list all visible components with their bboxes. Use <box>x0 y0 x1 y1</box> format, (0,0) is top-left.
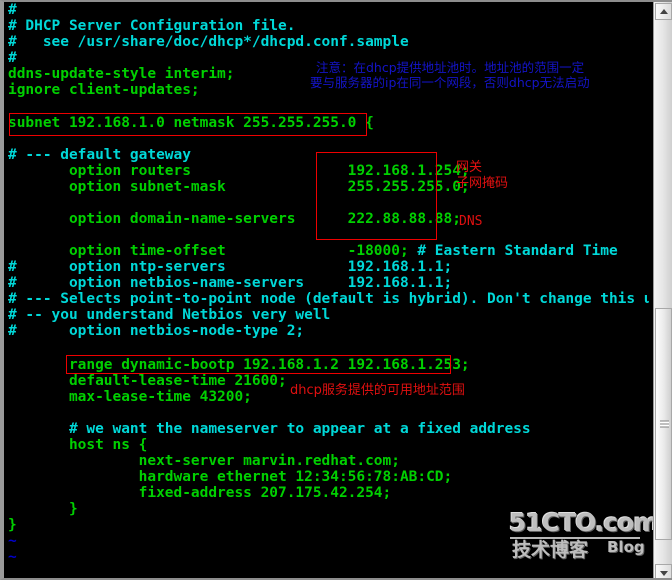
terminal-text-segment: # see /usr/share/doc/dhcp*/dhcpd.conf.sa… <box>8 34 409 50</box>
terminal-line: # DHCP Server Configuration file. <box>8 18 295 34</box>
terminal-text-segment: default-lease-time 21600; <box>8 373 287 389</box>
terminal-line: # --- Selects point-to-point node (defau… <box>8 291 649 307</box>
grip-lines-icon <box>660 420 669 428</box>
terminal-line: # we want the nameserver to appear at a … <box>8 421 531 437</box>
terminal-text-segment: host ns { <box>8 437 148 453</box>
terminal-line: # option ntp-servers 192.168.1.1; <box>8 259 452 275</box>
scroll-down-arrow-icon[interactable] <box>655 564 672 578</box>
terminal-line: next-server marvin.redhat.com; <box>8 453 400 469</box>
terminal-line: ~ <box>8 533 17 549</box>
triangle-down-icon <box>659 570 668 576</box>
terminal-text-segment: option time-offset -18000; <box>8 243 418 259</box>
terminal-line: } <box>8 517 17 533</box>
terminal-line: ddns-update-style interim; <box>8 66 234 82</box>
terminal-text-segment: # --- default gateway <box>8 147 191 163</box>
terminal-line: # <box>8 50 17 66</box>
terminal-text-segment: hardware ethernet 12:34:56:78:AB:CD; <box>8 469 453 485</box>
terminal-line: option subnet-mask 255.255.255.0; <box>8 179 470 195</box>
terminal-line: max-lease-time 43200; <box>8 389 252 405</box>
terminal-text-segment: max-lease-time 43200; <box>8 389 252 405</box>
terminal-text-segment: option domain-name-servers 222.88.88.88; <box>8 211 461 227</box>
terminal-text-segment: ~ <box>8 533 17 549</box>
annotation-subnet-mask-label: 子网掩码 <box>456 176 509 191</box>
terminal-line: default-lease-time 21600; <box>8 373 287 389</box>
terminal-text-segment: subnet 192.168.1.0 netmask 255.255.255.0… <box>8 115 374 131</box>
terminal-text-segment: option subnet-mask 255.255.255.0; <box>8 179 470 195</box>
terminal-line: # option netbios-node-type 2; <box>8 323 304 339</box>
terminal-text-segment: # DHCP Server Configuration file. <box>8 18 296 34</box>
terminal-text-segment: # --- Selects point-to-point node (defau… <box>8 291 649 307</box>
annotation-gateway-label: 网关 <box>456 160 483 175</box>
terminal-text-segment: # -- you understand Netbios very well <box>8 307 331 323</box>
annotation-dns-label: DNS <box>459 214 483 229</box>
terminal-line: fixed-address 207.175.42.254; <box>8 485 392 501</box>
terminal-line: # option netbios-name-servers 192.168.1.… <box>8 275 452 291</box>
annotation-note-line1: 注意：在dhcp提供地址池时。地址池的范围一定 <box>316 60 585 75</box>
terminal-line: option domain-name-servers 222.88.88.88; <box>8 211 461 227</box>
terminal-line: ignore client-updates; <box>8 82 200 98</box>
terminal-line: } <box>8 501 78 517</box>
terminal-text-segment: # <box>8 2 17 18</box>
terminal-line: range dynamic-bootp 192.168.1.2 192.168.… <box>8 357 470 373</box>
triangle-up-icon <box>659 8 668 14</box>
terminal-text-segment: # option netbios-node-type 2; <box>8 323 305 339</box>
terminal-text-segment: } <box>8 501 78 517</box>
vim-status-line: "/etc/dhcpd.conf" 33L, 871C 19,9 All <box>8 562 649 578</box>
terminal-line: # --- default gateway <box>8 147 191 163</box>
terminal-line: host ns { <box>8 437 147 453</box>
terminal-text-segment: ignore client-updates; <box>8 82 200 98</box>
scroll-thumb[interactable] <box>655 308 672 540</box>
terminal-line: # see /usr/share/doc/dhcp*/dhcpd.conf.sa… <box>8 34 409 50</box>
terminal-text-segment: next-server marvin.redhat.com; <box>8 453 400 469</box>
terminal-text-segment: range dynamic-bootp 192.168.1.2 192.168.… <box>8 357 470 373</box>
terminal-text-segment: ddns-update-style interim; <box>8 66 235 82</box>
terminal-text-segment: # we want the nameserver to appear at a … <box>8 421 531 437</box>
terminal-text-segment: # <box>8 50 17 66</box>
terminal-line: # -- you understand Netbios very well <box>8 307 330 323</box>
terminal-text-segment: # option ntp-servers 192.168.1.1; <box>8 259 453 275</box>
terminal-line: subnet 192.168.1.0 netmask 255.255.255.0… <box>8 115 374 131</box>
annotation-note-line2: 要与服务器的ip在同一个网段，否则dhcp无法启动 <box>310 75 590 90</box>
scroll-up-arrow-icon[interactable] <box>655 3 672 20</box>
annotation-range-note: dhcp服务提供的可用地址范围 <box>290 383 465 398</box>
terminal-line: hardware ethernet 12:34:56:78:AB:CD; <box>8 469 453 485</box>
terminal-line: option routers 192.168.1.254; <box>8 163 470 179</box>
terminal-line: # <box>8 2 17 18</box>
terminal-text-segment: option routers 192.168.1.254; <box>8 163 470 179</box>
vertical-scrollbar[interactable] <box>653 2 672 578</box>
terminal-line: option time-offset -18000; # Eastern Sta… <box>8 243 618 259</box>
terminal-window: # # DHCP Server Configuration file. # see … <box>0 0 672 580</box>
terminal-text-segment: } <box>8 517 17 533</box>
terminal-text-segment: fixed-address 207.175.42.254; <box>8 485 392 501</box>
terminal-text-segment: # Eastern Standard Time <box>417 243 618 259</box>
terminal-text-segment: # option netbios-name-servers 192.168.1.… <box>8 275 453 291</box>
